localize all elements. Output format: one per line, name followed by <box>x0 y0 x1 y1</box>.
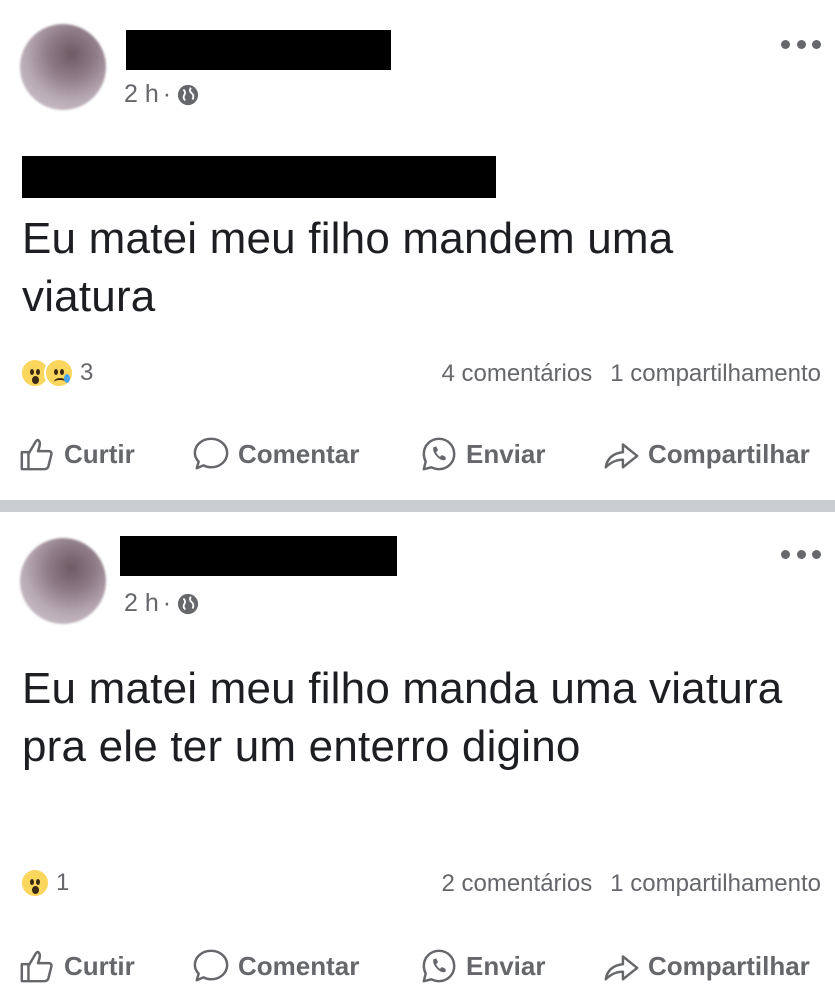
action-bar: Curtir Comentar Enviar Compartilhar <box>0 424 835 484</box>
like-label: Curtir <box>64 438 135 469</box>
sad-emoji-icon <box>44 358 74 388</box>
separator: · <box>162 589 172 617</box>
reaction-count: 1 <box>56 869 70 896</box>
reaction-count: 3 <box>80 359 94 386</box>
send-button[interactable]: Enviar <box>420 435 546 473</box>
redacted-author-name <box>126 30 391 70</box>
thumbs-up-icon <box>20 438 53 471</box>
send-button[interactable]: Enviar <box>420 947 546 985</box>
post-meta: 2 h · <box>124 80 199 109</box>
comment-button[interactable]: Comentar <box>192 435 359 473</box>
more-options-icon[interactable] <box>781 548 821 560</box>
action-bar: Curtir Comentar Enviar Compartilhar <box>0 936 835 996</box>
comments-count[interactable]: 2 comentários <box>441 870 592 898</box>
post-divider <box>0 500 835 512</box>
thumbs-up-icon <box>20 950 53 983</box>
comments-count[interactable]: 4 comentários <box>441 360 592 388</box>
post-stats: 2 comentários 1 compartilhamento <box>441 870 821 898</box>
post-stats: 4 comentários 1 compartilhamento <box>441 360 821 388</box>
like-button[interactable]: Curtir <box>18 947 135 985</box>
post-text: Eu matei meu filho mandem uma viatura <box>22 214 674 321</box>
share-button[interactable]: Compartilhar <box>602 435 810 473</box>
timestamp[interactable]: 2 h <box>124 589 159 618</box>
post-1: 2 h · Eu matei meu filho mandem uma viat… <box>0 0 835 500</box>
reactions-summary[interactable]: 3 <box>20 358 93 388</box>
post-text: Eu matei meu filho manda uma viatura pra… <box>22 664 783 771</box>
like-label: Curtir <box>64 950 135 981</box>
globe-icon <box>178 84 199 105</box>
redacted-text <box>22 156 496 198</box>
comment-button[interactable]: Comentar <box>192 947 359 985</box>
comment-label: Comentar <box>238 438 360 469</box>
separator: · <box>162 80 172 108</box>
avatar[interactable] <box>20 24 106 110</box>
share-label: Compartilhar <box>648 438 810 469</box>
send-label: Enviar <box>466 950 546 981</box>
reactions-summary[interactable]: 1 <box>20 868 69 898</box>
globe-icon <box>178 593 199 614</box>
post-2: 2 h · Eu matei meu filho manda uma viatu… <box>0 512 835 1000</box>
comment-bubble-icon <box>193 949 229 982</box>
timestamp[interactable]: 2 h <box>124 80 159 109</box>
comment-bubble-icon <box>193 437 229 470</box>
more-options-icon[interactable] <box>781 38 821 50</box>
post-meta: 2 h · <box>124 589 199 618</box>
shares-count[interactable]: 1 compartilhamento <box>610 360 821 388</box>
shares-count[interactable]: 1 compartilhamento <box>610 870 821 898</box>
send-label: Enviar <box>466 438 546 469</box>
share-arrow-icon <box>604 955 639 981</box>
redacted-author-name <box>120 536 397 576</box>
wow-emoji-icon <box>20 868 50 898</box>
like-button[interactable]: Curtir <box>18 435 135 473</box>
comment-label: Comentar <box>238 950 360 981</box>
share-arrow-icon <box>604 443 639 469</box>
share-label: Compartilhar <box>648 950 810 981</box>
share-button[interactable]: Compartilhar <box>602 947 810 985</box>
whatsapp-icon <box>422 949 456 983</box>
whatsapp-icon <box>422 437 456 471</box>
avatar[interactable] <box>20 538 106 624</box>
